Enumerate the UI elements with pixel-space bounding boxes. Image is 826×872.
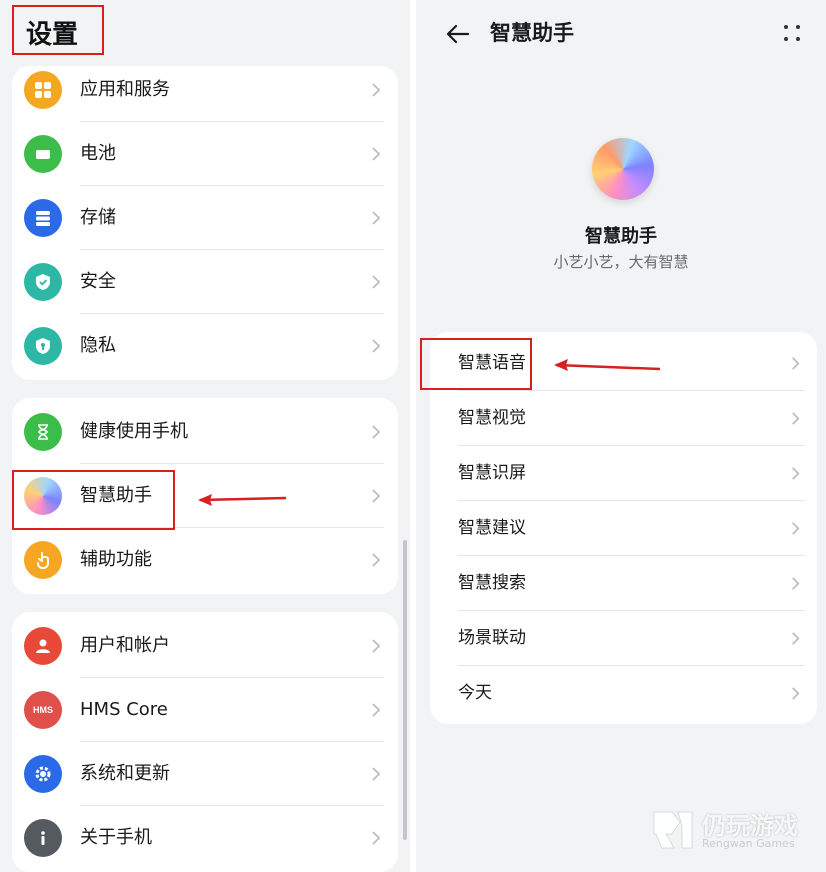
settings-item-about-phone[interactable]: 关于手机: [12, 806, 398, 870]
gear-icon: [24, 755, 62, 793]
settings-item-label: 电池: [80, 143, 116, 164]
option-smart-search[interactable]: 智慧搜索: [430, 556, 817, 611]
celia-assistant-icon: [24, 477, 62, 515]
settings-item-label: 应用和服务: [80, 79, 170, 100]
user-icon: [24, 627, 62, 665]
settings-item-label: 辅助功能: [80, 549, 152, 570]
chevron-right-icon: [372, 339, 381, 353]
chevron-right-icon: [372, 553, 381, 567]
hero-title: 智慧助手: [585, 226, 657, 247]
settings-item-privacy[interactable]: 隐私: [12, 314, 398, 378]
chevron-right-icon: [792, 467, 800, 480]
chevron-right-icon: [372, 703, 381, 717]
settings-item-users-accounts[interactable]: 用户和帐户: [12, 614, 398, 678]
settings-item-smart-assistant[interactable]: 智慧助手: [12, 464, 398, 528]
settings-item-digital-balance[interactable]: 健康使用手机: [12, 400, 398, 464]
hms-icon: HMS: [24, 691, 62, 729]
settings-item-label: 智慧助手: [80, 485, 152, 506]
settings-panel: 设置 应用和服务 电池 存储 安全 隐私 健康使用手机 智慧助手 辅助功能 用户…: [0, 0, 410, 872]
settings-item-label: 关于手机: [80, 827, 152, 848]
chevron-right-icon: [372, 275, 381, 289]
settings-card-1: 应用和服务 电池 存储 安全 隐私: [12, 66, 398, 380]
apps-icon: [24, 71, 62, 109]
settings-item-battery[interactable]: 电池: [12, 122, 398, 186]
settings-item-system-updates[interactable]: 系统和更新: [12, 742, 398, 806]
info-icon: [24, 819, 62, 857]
option-label: 智慧识屏: [458, 463, 526, 483]
battery-icon: [24, 135, 62, 173]
settings-item-storage[interactable]: 存储: [12, 186, 398, 250]
settings-item-label: HMS Core: [80, 699, 168, 720]
settings-item-label: 系统和更新: [80, 763, 170, 784]
settings-item-label: 安全: [80, 271, 116, 292]
option-scene-linkage[interactable]: 场景联动: [430, 611, 817, 666]
page-title: 设置: [26, 20, 79, 50]
storage-icon: [24, 199, 62, 237]
settings-item-label: 隐私: [80, 335, 116, 356]
option-label: 场景联动: [458, 628, 526, 648]
option-label: 智慧搜索: [458, 573, 526, 593]
settings-item-hms-core[interactable]: HMS HMS Core: [12, 678, 398, 742]
hero-subtitle: 小艺小艺，大有智慧: [553, 253, 689, 271]
settings-item-label: 用户和帐户: [80, 635, 170, 656]
settings-item-apps-services[interactable]: 应用和服务: [12, 58, 398, 122]
settings-card-2: 健康使用手机 智慧助手 辅助功能: [12, 398, 398, 594]
scrollbar[interactable]: [403, 540, 407, 840]
chevron-right-icon: [792, 577, 800, 590]
option-today[interactable]: 今天: [430, 666, 817, 721]
chevron-right-icon: [372, 147, 381, 161]
option-smart-voice[interactable]: 智慧语音: [430, 336, 817, 391]
option-smart-screen-recognition[interactable]: 智慧识屏: [430, 446, 817, 501]
chevron-right-icon: [792, 357, 800, 370]
hourglass-icon: [24, 413, 62, 451]
settings-card-3: 用户和帐户 HMS HMS Core 系统和更新 关于手机: [12, 612, 398, 872]
settings-item-label: 健康使用手机: [80, 421, 188, 442]
chevron-right-icon: [792, 522, 800, 535]
option-label: 今天: [458, 683, 492, 703]
option-label: 智慧语音: [458, 353, 526, 373]
smart-assistant-panel: 智慧助手 智慧助手 小艺小艺，大有智慧 智慧语音 智慧视觉 智慧识屏 智慧建议 …: [416, 0, 826, 872]
option-smart-suggestions[interactable]: 智慧建议: [430, 501, 817, 556]
header-title: 智慧助手: [490, 21, 574, 45]
assistant-options-card: 智慧语音 智慧视觉 智慧识屏 智慧建议 智慧搜索 场景联动 今天: [430, 332, 817, 724]
privacy-lock-icon: [24, 327, 62, 365]
chevron-right-icon: [372, 639, 381, 653]
chevron-right-icon: [372, 425, 381, 439]
chevron-right-icon: [792, 412, 800, 425]
option-smart-vision[interactable]: 智慧视觉: [430, 391, 817, 446]
chevron-right-icon: [372, 211, 381, 225]
option-label: 智慧视觉: [458, 408, 526, 428]
chevron-right-icon: [372, 83, 381, 97]
chevron-right-icon: [792, 632, 800, 645]
shield-icon: [24, 263, 62, 301]
settings-item-label: 存储: [80, 207, 116, 228]
settings-item-security[interactable]: 安全: [12, 250, 398, 314]
option-label: 智慧建议: [458, 518, 526, 538]
chevron-right-icon: [372, 767, 381, 781]
back-arrow-icon[interactable]: [444, 20, 472, 48]
chevron-right-icon: [372, 831, 381, 845]
celia-assistant-logo-icon: [592, 138, 654, 200]
settings-item-accessibility[interactable]: 辅助功能: [12, 528, 398, 592]
chevron-right-icon: [792, 687, 800, 700]
more-options-icon[interactable]: [782, 22, 802, 44]
accessibility-hand-icon: [24, 541, 62, 579]
chevron-right-icon: [372, 489, 381, 503]
